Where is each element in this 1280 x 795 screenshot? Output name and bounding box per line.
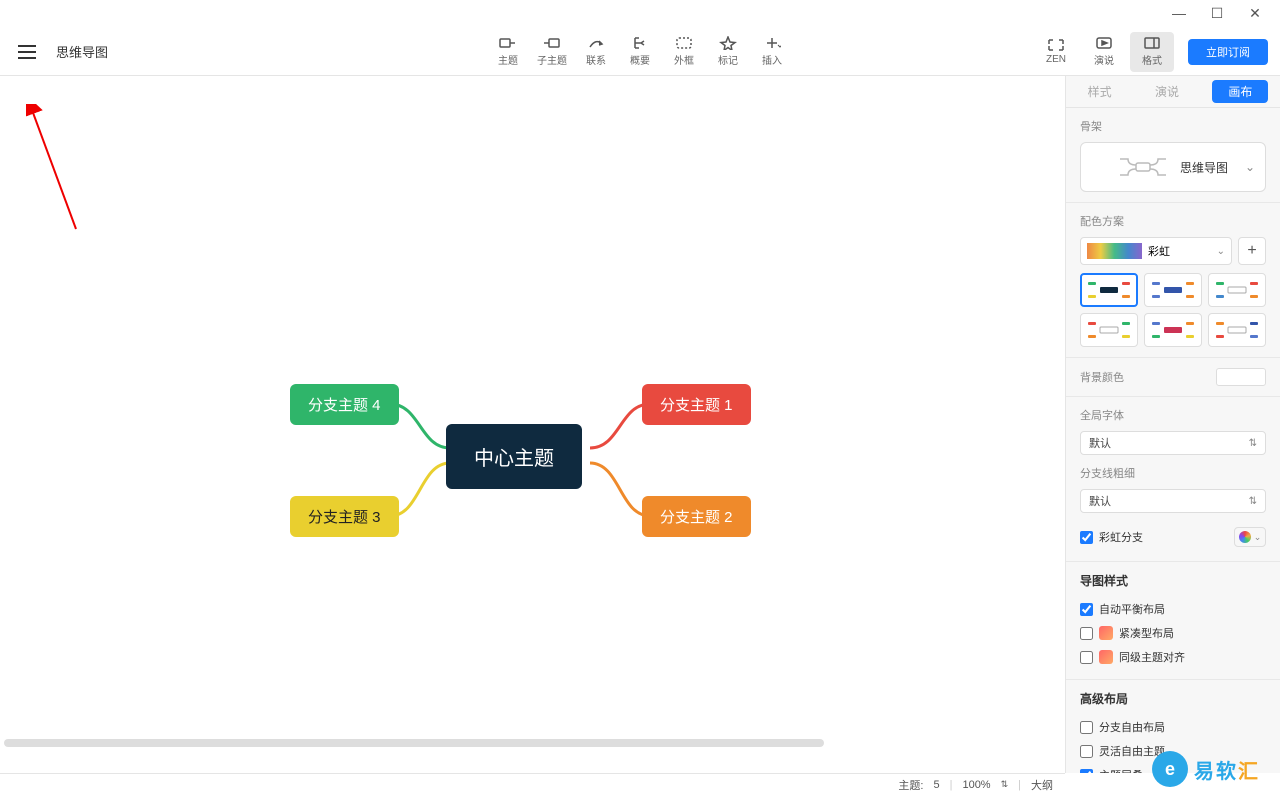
outline-button[interactable]: 大纲 (1031, 777, 1053, 793)
compact-checkbox[interactable]: 紧凑型布局 (1080, 621, 1266, 645)
updown-icon: ⇅ (1249, 496, 1257, 507)
map-style-title: 导图样式 (1080, 572, 1266, 589)
topic-button[interactable]: 主题 (486, 32, 530, 72)
pro-badge (1099, 650, 1113, 664)
boundary-icon (675, 36, 693, 50)
watermark-logo: e (1152, 751, 1188, 787)
topic-count: 5 (933, 779, 939, 791)
updown-icon: ⇅ (1249, 438, 1257, 449)
background-label: 背景颜色 (1080, 369, 1124, 385)
align-checkbox[interactable]: 同级主题对齐 (1080, 645, 1266, 669)
menu-button[interactable] (18, 40, 42, 64)
marker-button[interactable]: 标记 (706, 32, 750, 72)
structure-selector[interactable]: 思维导图 ⌄ (1080, 142, 1266, 192)
background-color-picker[interactable] (1216, 368, 1266, 386)
present-icon (1095, 36, 1113, 50)
minimize-button[interactable]: — (1172, 6, 1186, 20)
horizontal-scrollbar[interactable] (2, 739, 845, 749)
summary-icon (631, 36, 649, 50)
summary-button[interactable]: 概要 (618, 32, 662, 72)
rainbow-swatch (1087, 243, 1142, 259)
subtopic-button[interactable]: 子主题 (530, 32, 574, 72)
structure-icon (1118, 155, 1168, 179)
plus-icon (763, 36, 781, 50)
topic-count-label: 主题: (898, 777, 923, 793)
annotation-arrow (26, 104, 86, 234)
theme-preset-2[interactable] (1144, 273, 1202, 307)
theme-preset-6[interactable] (1208, 313, 1266, 347)
format-icon (1143, 36, 1161, 50)
branch-topic-3[interactable]: 分支主题 3 (290, 496, 399, 537)
relation-button[interactable]: 联系 (574, 32, 618, 72)
format-button[interactable]: 格式 (1130, 32, 1174, 72)
tab-style[interactable]: 样式 (1078, 79, 1122, 104)
theme-preset-4[interactable] (1080, 313, 1138, 347)
rainbow-branch-checkbox[interactable]: 彩虹分支 ⌄ (1080, 523, 1266, 551)
tab-present[interactable]: 演说 (1145, 79, 1189, 104)
topic-icon (499, 36, 517, 50)
zoom-level[interactable]: 100% (962, 779, 990, 791)
global-font-label: 全局字体 (1080, 407, 1266, 423)
chevron-down-icon: ⌄ (1217, 246, 1225, 257)
watermark: e 易软汇 (1152, 751, 1260, 787)
theme-preset-3[interactable] (1208, 273, 1266, 307)
theme-preset-1[interactable] (1080, 273, 1138, 307)
rainbow-branch-picker[interactable]: ⌄ (1234, 527, 1266, 547)
relation-icon (587, 36, 605, 50)
zoom-chevron[interactable]: ⇅ (1001, 779, 1009, 790)
auto-balance-checkbox[interactable]: 自动平衡布局 (1080, 597, 1266, 621)
boundary-button[interactable]: 外框 (662, 32, 706, 72)
zen-icon (1047, 38, 1065, 52)
subscribe-button[interactable]: 立即订阅 (1188, 39, 1268, 65)
canvas[interactable]: 中心主题 分支主题 1 分支主题 2 分支主题 3 分支主题 4 (0, 76, 1065, 773)
subtopic-icon (543, 36, 561, 50)
document-title: 思维导图 (56, 42, 108, 61)
color-scheme-selector[interactable]: 彩虹 ⌄ (1080, 237, 1232, 265)
theme-preset-5[interactable] (1144, 313, 1202, 347)
global-font-selector[interactable]: 默认 ⇅ (1080, 431, 1266, 455)
pro-badge (1099, 626, 1113, 640)
star-icon (719, 36, 737, 50)
structure-label: 骨架 (1080, 118, 1266, 134)
tab-canvas[interactable]: 画布 (1212, 80, 1268, 103)
center-topic[interactable]: 中心主题 (446, 424, 582, 489)
advanced-title: 高级布局 (1080, 690, 1266, 707)
branch-topic-4[interactable]: 分支主题 4 (290, 384, 399, 425)
maximize-button[interactable]: ☐ (1210, 6, 1224, 20)
free-layout-checkbox[interactable]: 分支自由布局 (1080, 715, 1266, 739)
insert-button[interactable]: 插入 (750, 32, 794, 72)
zen-button[interactable]: ZEN (1034, 32, 1078, 72)
present-button[interactable]: 演说 (1082, 32, 1126, 72)
branch-width-selector[interactable]: 默认 ⇅ (1080, 489, 1266, 513)
chevron-down-icon: ⌄ (1245, 160, 1255, 174)
branch-topic-1[interactable]: 分支主题 1 (642, 384, 751, 425)
branch-topic-2[interactable]: 分支主题 2 (642, 496, 751, 537)
add-scheme-button[interactable]: + (1238, 237, 1266, 265)
branch-width-label: 分支线粗细 (1080, 465, 1266, 481)
color-scheme-label: 配色方案 (1080, 213, 1266, 229)
close-button[interactable]: ✕ (1248, 6, 1262, 20)
